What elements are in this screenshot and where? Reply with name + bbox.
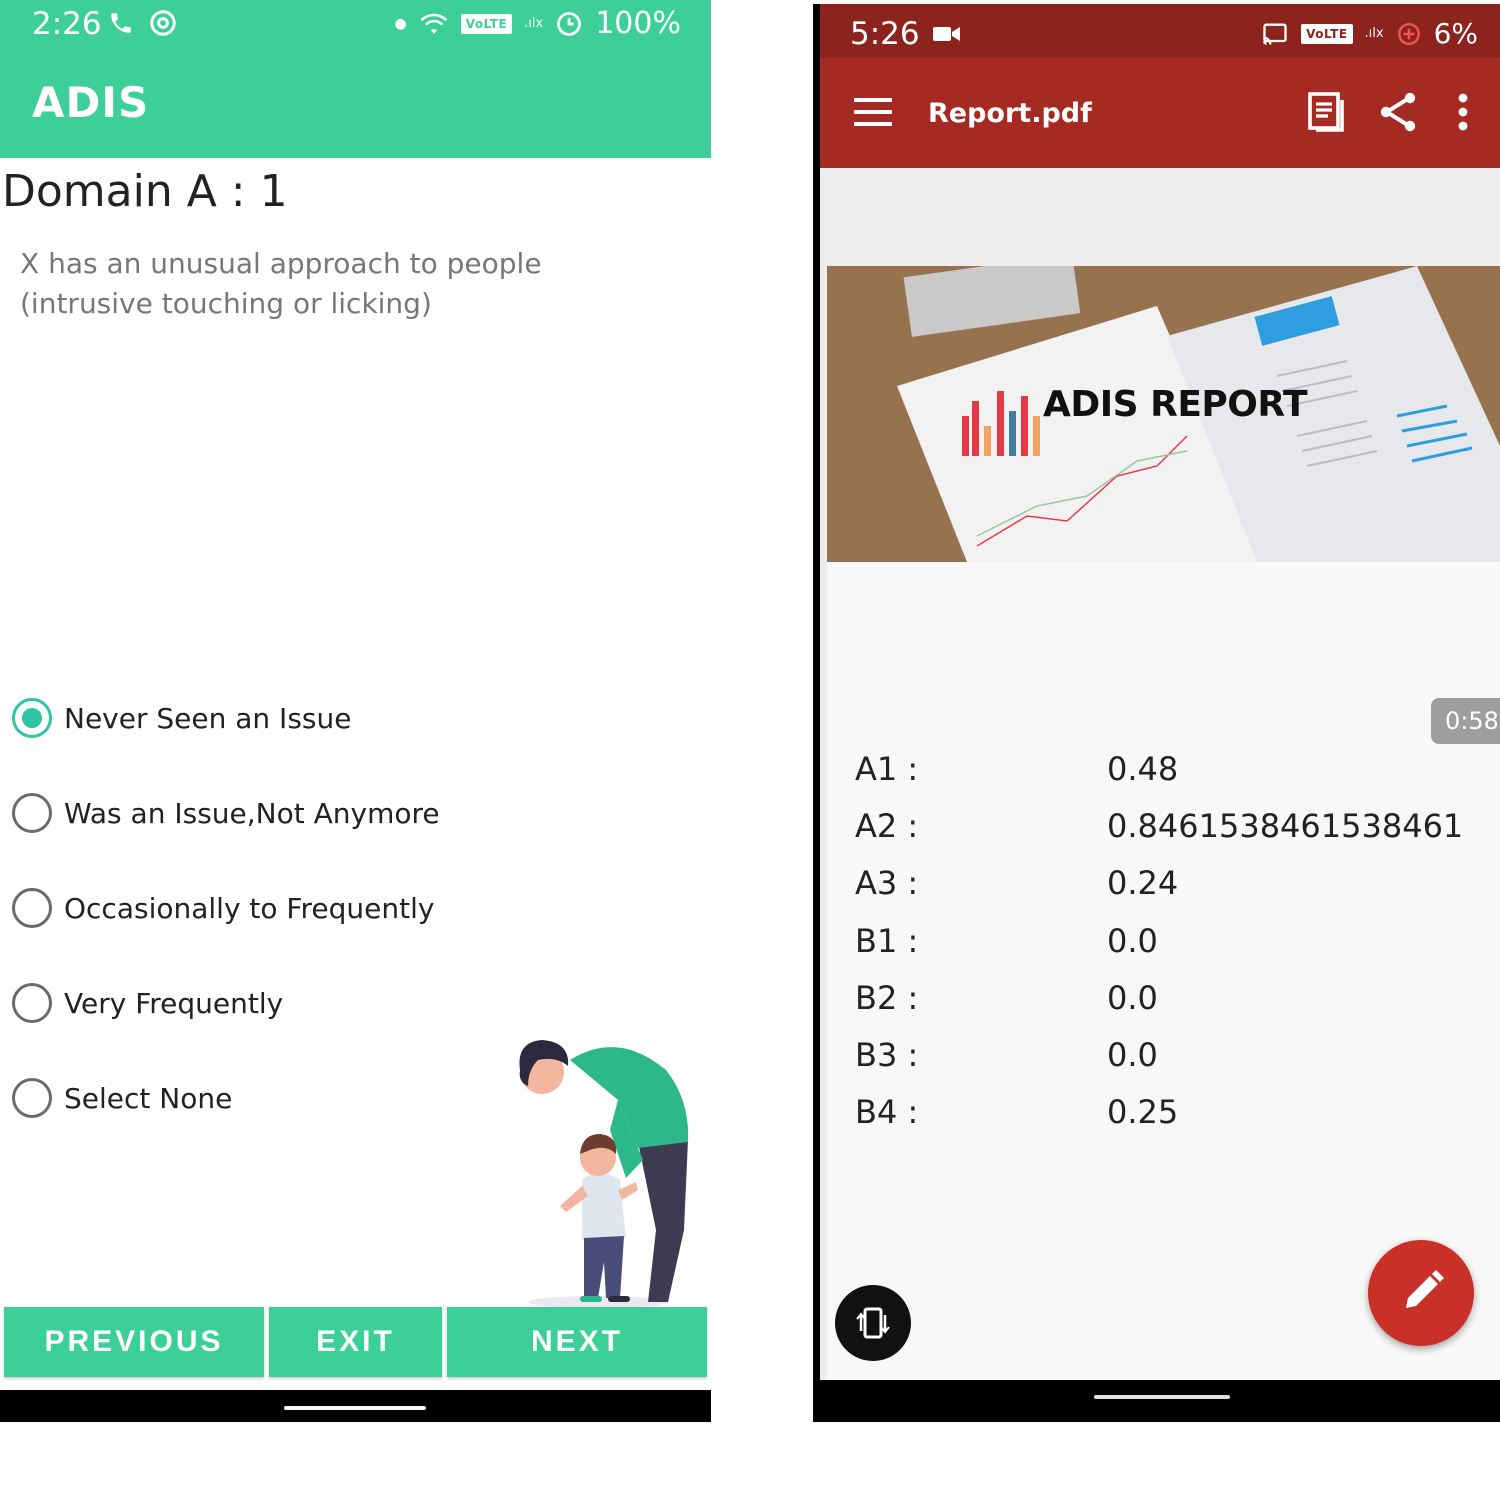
exit-button[interactable]: EXIT [269, 1307, 442, 1377]
status-bar: 2:26 ● VoLTE .ılx 100% [0, 0, 711, 48]
option-label: Never Seen an Issue [64, 701, 352, 735]
battery-percent: 100% [595, 6, 681, 41]
pencil-icon [1406, 1270, 1444, 1308]
battery-percent: 6% [1433, 17, 1478, 50]
option-was-an-issue-not-anymore[interactable]: Was an Issue,Not Anymore [12, 791, 440, 835]
app-bar: ADIS [0, 48, 711, 158]
status-time: 5:26 [850, 16, 920, 52]
cast-icon [1263, 23, 1287, 45]
status-time: 2:26 [32, 6, 102, 42]
score-value: 0.25 [1107, 1093, 1179, 1131]
score-value: 0.0 [1107, 1036, 1158, 1074]
banner-title: ADIS REPORT [1043, 384, 1308, 425]
option-label: Occasionally to Frequently [64, 891, 435, 925]
more-options-icon[interactable] [1446, 88, 1480, 136]
volte-badge: VoLTE [1301, 23, 1353, 44]
score-value: 0.8461538461538461 [1107, 807, 1464, 845]
question-domain-heading: Domain A : 1 [2, 166, 288, 217]
parent-and-child-illustration [519, 1040, 689, 1308]
wifi-icon [420, 13, 448, 34]
option-very-frequently[interactable]: Very Frequently [12, 981, 283, 1025]
timer-badge: 0:58 [1431, 698, 1500, 744]
score-value: 0.24 [1107, 864, 1179, 902]
reading-mode-icon[interactable] [1302, 88, 1350, 136]
score-value: 0.48 [1107, 750, 1179, 788]
score-value: 0.0 [1107, 922, 1158, 960]
option-label: Select None [64, 1081, 233, 1115]
home-gesture-handle[interactable] [284, 1406, 426, 1410]
phone-call-icon [111, 13, 131, 33]
dot-indicator-icon: ● [394, 15, 407, 32]
score-label: A1 : [855, 750, 919, 788]
radio-button[interactable] [12, 1078, 52, 1118]
score-label: B3 : [855, 1036, 919, 1074]
pdf-viewer-toolbar: Report.pdf [820, 58, 1500, 168]
battery-saver-icon [1397, 22, 1420, 45]
screen-rotation-icon [856, 1307, 890, 1339]
previous-button[interactable]: PREVIOUS [4, 1307, 264, 1377]
signal-icon: .ılx [1364, 26, 1384, 41]
left-phone-screen: 2:26 ● VoLTE .ılx 100% ADIS Domain A : 1… [0, 0, 711, 1422]
score-label: B4 : [855, 1093, 919, 1131]
right-phone-screen: 5:26 VoLTE .ılx 6% Report.pdf ADIS REPOR… [813, 4, 1500, 1422]
home-gesture-handle[interactable] [1094, 1395, 1230, 1399]
status-bar: 5:26 VoLTE .ılx 6% [820, 4, 1500, 58]
option-label: Very Frequently [64, 986, 284, 1020]
radio-button-selected[interactable] [12, 698, 52, 738]
option-never-seen-an-issue[interactable]: Never Seen an Issue [12, 696, 351, 740]
option-label: Was an Issue,Not Anymore [64, 796, 440, 830]
bottom-navigation-buttons: PREVIOUS EXIT NEXT [4, 1307, 707, 1377]
option-select-none[interactable]: Select None [12, 1076, 232, 1120]
score-label: A3 : [855, 864, 919, 902]
radio-button[interactable] [12, 793, 52, 833]
next-button[interactable]: NEXT [447, 1307, 707, 1377]
rotate-screen-button[interactable] [835, 1285, 911, 1361]
signal-icon: .ılx [524, 16, 544, 31]
share-icon[interactable] [1374, 88, 1422, 136]
score-label: B2 : [855, 979, 919, 1017]
data-saver-icon [557, 11, 582, 36]
system-navigation-bar [0, 1390, 711, 1422]
score-value: 0.0 [1107, 979, 1158, 1017]
at-sign-icon [150, 10, 176, 36]
option-occasionally-to-frequently[interactable]: Occasionally to Frequently [12, 886, 434, 930]
volte-badge: VoLTE [460, 13, 513, 34]
video-recording-icon [933, 27, 960, 41]
menu-icon[interactable] [854, 98, 892, 126]
radio-button[interactable] [12, 888, 52, 928]
app-title: ADIS [32, 78, 150, 127]
file-title: Report.pdf [928, 98, 1092, 129]
score-label: B1 : [855, 922, 919, 960]
edit-fab-button[interactable] [1368, 1240, 1474, 1346]
radio-button[interactable] [12, 983, 52, 1023]
score-label: A2 : [855, 807, 919, 845]
question-text: X has an unusual approach to people (int… [20, 247, 542, 320]
